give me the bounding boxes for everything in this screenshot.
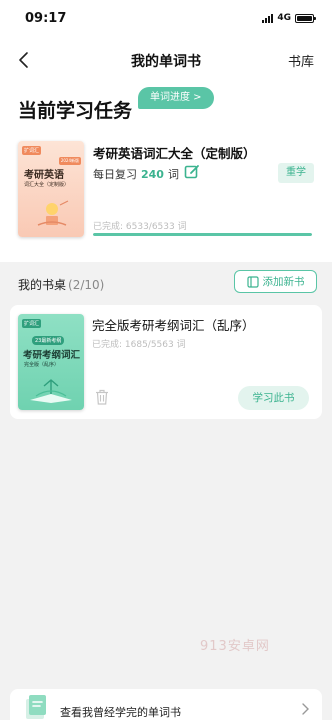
status-bar: 09:17 4G [0, 0, 332, 40]
cover-tag: 扩词汇 [22, 146, 42, 155]
daily-review-row: 每日复习 240 词 [93, 166, 179, 182]
finished-books-label: 查看我曾经学完的单词书 [60, 706, 181, 719]
completed-text: 已完成: 6533/6533 词 [93, 222, 187, 232]
nav-bar: 我的单词书 书库 [0, 40, 332, 80]
cover-title: 考研考纲词汇 [23, 350, 81, 361]
study-this-book-button[interactable]: 学习此书 [238, 386, 309, 410]
cover-title: 考研英语 [24, 170, 64, 181]
cover-illustration-icon [37, 200, 69, 226]
desk-book-card[interactable]: 扩词汇 23最新考纲 考研考纲词汇 完全版（乱序） 完全版考研考纲词汇（乱序） … [10, 305, 322, 419]
cover-subtitle: 完全版（乱序） [24, 362, 60, 368]
finished-books-icon [26, 695, 46, 719]
desk-book-name: 完全版考研考纲词汇（乱序） [92, 318, 255, 333]
cover-edition-tag: 2024新版 [58, 157, 81, 165]
network-label: 4G [277, 13, 291, 23]
page-title: 我的单词书 [131, 54, 201, 70]
library-link[interactable]: 书库 [288, 51, 314, 70]
desk-count: (2/10) [68, 278, 105, 292]
cover-subtitle: 词汇大全（定制版） [24, 182, 70, 188]
book-icon [246, 275, 259, 288]
completion-progress-fill [93, 233, 312, 236]
watermark: 913安卓网 [200, 639, 270, 654]
current-task-title: 当前学习任务 [18, 100, 133, 122]
desk-title: 我的书桌 (2/10) [18, 276, 104, 293]
cover-illustration-icon [30, 379, 72, 403]
word-progress-button[interactable]: 单词进度 > [138, 87, 214, 109]
desk-title-text: 我的书桌 [18, 278, 67, 292]
status-indicators: 4G [262, 13, 316, 23]
cover-edition-tag: 23最新考纲 [32, 336, 65, 345]
daily-label: 每日复习 [93, 168, 137, 181]
desk-book-completed: 已完成: 1685/5563 词 [92, 340, 186, 350]
edit-icon[interactable] [184, 164, 200, 180]
desk-book-cover[interactable]: 扩词汇 23最新考纲 考研考纲词汇 完全版（乱序） [18, 314, 84, 410]
add-new-book-button[interactable]: 添加新书 [234, 270, 317, 293]
signal-icon [262, 13, 274, 23]
add-new-book-label: 添加新书 [262, 276, 305, 288]
daily-count: 240 [141, 167, 164, 181]
chevron-right-icon [302, 703, 309, 715]
current-book-name: 考研英语词汇大全（定制版） [93, 146, 256, 161]
relearn-button[interactable]: 重学 [278, 163, 314, 183]
status-time: 09:17 [25, 11, 67, 26]
battery-icon [295, 13, 316, 23]
finished-books-bar[interactable]: 查看我曾经学完的单词书 [10, 689, 322, 720]
completion-progress-bar [93, 233, 312, 236]
trash-icon[interactable] [95, 389, 109, 405]
daily-unit: 词 [167, 168, 179, 181]
cover-tag: 扩词汇 [22, 319, 42, 328]
current-book-cover[interactable]: 扩词汇 2024新版 考研英语 词汇大全（定制版） [18, 141, 84, 237]
